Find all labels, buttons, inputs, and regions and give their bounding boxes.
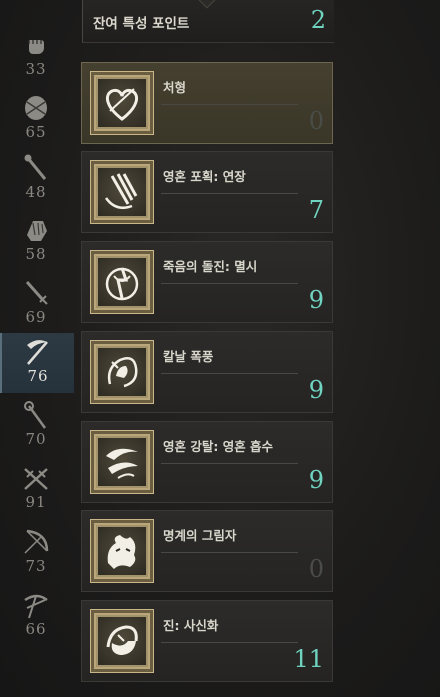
weapon-level: 73	[25, 557, 47, 575]
weapon-level: 66	[25, 620, 47, 638]
trait-divider	[161, 642, 298, 643]
trait-card[interactable]: 처형 0	[81, 62, 333, 144]
trait-name: 영혼 포획: 연장	[163, 169, 246, 184]
gauntlet-icon	[27, 221, 47, 241]
weapon-slot-mace[interactable]: 48	[0, 153, 72, 215]
mace-icon	[24, 154, 47, 180]
header-notch	[198, 0, 216, 9]
trait-rank: 9	[308, 466, 324, 494]
sword-icon	[25, 281, 48, 305]
weapon-level: 48	[25, 183, 47, 201]
heart-slash-icon	[105, 88, 139, 121]
weapon-level: 76	[27, 367, 49, 385]
trait-card[interactable]: 죽음의 돌진: 멸시 9	[81, 241, 333, 323]
weapon-slot-staff[interactable]: 70	[0, 400, 72, 462]
scythe-icon	[27, 340, 48, 365]
trait-name: 죽음의 돌진: 멸시	[163, 259, 258, 274]
crossbow-icon	[24, 594, 48, 619]
trait-name: 처형	[163, 80, 187, 95]
reaper-form-icon	[106, 625, 138, 655]
trait-name: 진: 사신화	[163, 618, 219, 633]
trait-icon-frame	[90, 430, 154, 494]
trait-rank: 7	[308, 196, 324, 224]
soul-drain-icon	[106, 448, 138, 479]
trait-rank: 9	[308, 376, 324, 404]
remaining-points-value: 2	[310, 6, 326, 34]
weapon-level: 65	[25, 123, 47, 141]
remaining-points-header: 잔여 특성 포인트 2	[82, 0, 334, 43]
trait-card[interactable]: 영혼 포획: 연장 7	[81, 151, 333, 233]
weapon-level: 70	[25, 430, 47, 448]
weapon-level: 91	[25, 493, 47, 511]
blade-storm-icon	[107, 357, 138, 388]
remaining-points-label: 잔여 특성 포인트	[93, 16, 190, 32]
dual-blades-icon	[24, 468, 48, 490]
weapon-sidebar: 33 65 48 58 69 76 70 91 73 66	[0, 0, 80, 697]
trait-name: 칼날 폭풍	[163, 349, 214, 364]
trait-divider	[161, 283, 298, 284]
weapon-slot-shield[interactable]: 65	[0, 93, 72, 155]
fist-icon	[28, 40, 44, 54]
death-rush-icon	[105, 267, 139, 301]
weapon-slot-gauntlet[interactable]: 58	[0, 215, 72, 277]
trait-rank: 11	[293, 645, 324, 673]
trait-name: 영혼 강탈: 영혼 흡수	[163, 439, 274, 454]
shield-icon	[25, 96, 47, 120]
trait-icon-frame	[90, 519, 154, 583]
weapon-slot-scythe[interactable]: 76	[0, 333, 74, 393]
trait-card[interactable]: 명계의 그림자 0	[81, 510, 333, 592]
staff-icon	[24, 401, 47, 429]
weapon-slot-dual-blades[interactable]: 91	[0, 463, 72, 525]
soul-capture-icon	[104, 173, 138, 209]
trait-divider	[161, 373, 298, 374]
trait-icon-frame	[90, 609, 154, 673]
weapon-slot-fist[interactable]: 33	[0, 30, 72, 92]
trait-divider	[161, 193, 298, 194]
weapon-slot-sword[interactable]: 69	[0, 278, 72, 340]
trait-divider	[161, 463, 298, 464]
trait-rank: 0	[308, 107, 324, 135]
weapon-level: 33	[25, 60, 47, 78]
trait-divider	[161, 104, 298, 105]
bow-icon	[24, 529, 49, 554]
weapon-slot-bow[interactable]: 73	[0, 527, 72, 589]
trait-name: 명계의 그림자	[163, 528, 237, 543]
underworld-shadow-icon	[107, 535, 136, 569]
trait-icon-frame	[90, 340, 154, 404]
trait-rank: 9	[308, 286, 324, 314]
trait-card[interactable]: 칼날 폭풍 9	[81, 331, 333, 413]
trait-card[interactable]: 영혼 강탈: 영혼 흡수 9	[81, 421, 333, 503]
trait-card[interactable]: 진: 사신화 11	[81, 600, 333, 682]
trait-icon-frame	[90, 71, 154, 135]
trait-icon-frame	[90, 250, 154, 314]
trait-divider	[161, 552, 298, 553]
weapon-level: 58	[25, 245, 47, 263]
trait-rank: 0	[308, 555, 324, 583]
weapon-slot-crossbow[interactable]: 66	[0, 590, 72, 652]
weapon-level: 69	[25, 308, 47, 326]
trait-icon-frame	[90, 160, 154, 224]
